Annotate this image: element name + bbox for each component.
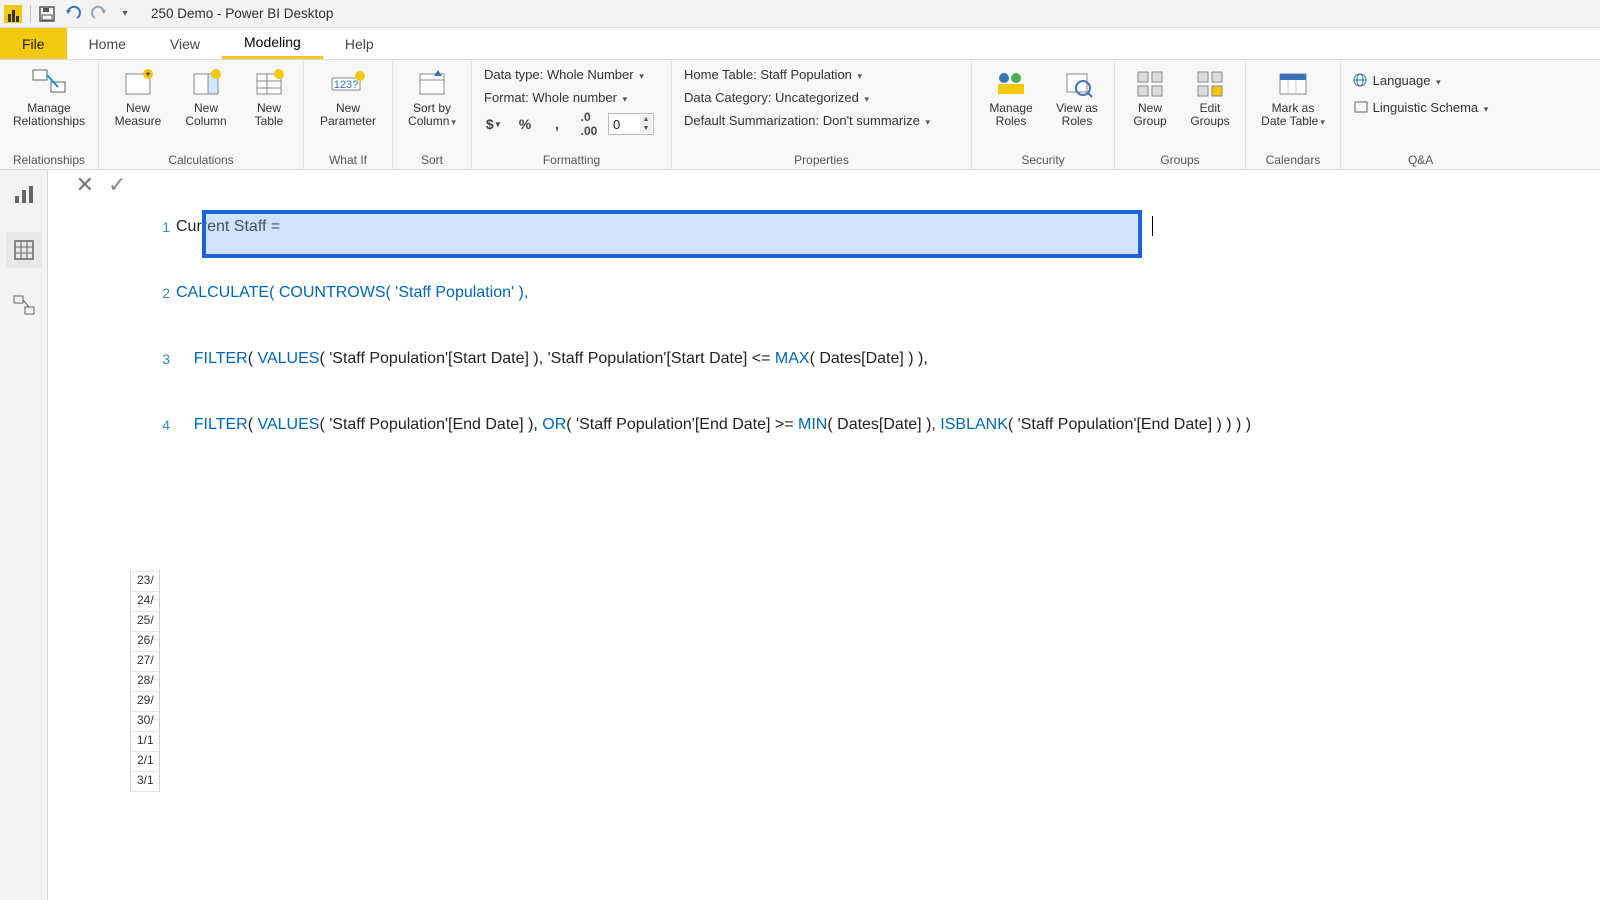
tab-view[interactable]: View bbox=[148, 28, 222, 59]
grid-row[interactable]: 27/ bbox=[131, 652, 160, 672]
new-column-button[interactable]: New Column bbox=[175, 64, 237, 130]
main-area: Date 1/06/ Da 12/13/14/15/16/17/18/19/20… bbox=[0, 170, 1600, 900]
model-view-button[interactable] bbox=[6, 288, 42, 324]
group-sort: Sort by Column▾ Sort bbox=[393, 60, 472, 169]
grid-row[interactable]: 30/ bbox=[131, 712, 160, 732]
formula-commit-button[interactable]: ✓ bbox=[108, 174, 126, 196]
group-calendars: Mark as Date Table▾ Calendars bbox=[1246, 60, 1341, 169]
data-view-button[interactable] bbox=[6, 232, 42, 268]
grid-row[interactable]: 28/ bbox=[131, 672, 160, 692]
language-selector[interactable]: Language ▾ bbox=[1349, 70, 1492, 91]
group-security: Manage Roles View as Roles Security bbox=[972, 60, 1115, 169]
edit-groups-button[interactable]: Edit Groups bbox=[1183, 64, 1237, 130]
currency-format-button[interactable]: $▾ bbox=[480, 112, 506, 136]
data-type-selector[interactable]: Data type: Whole Number ▾ bbox=[480, 64, 663, 85]
grid-row[interactable]: 29/ bbox=[131, 692, 160, 712]
new-table-button[interactable]: New Table bbox=[243, 64, 295, 130]
redo-button[interactable] bbox=[87, 2, 111, 26]
group-relationships: Manage Relationships Relationships bbox=[0, 60, 99, 169]
undo-button[interactable] bbox=[61, 2, 85, 26]
grid-row[interactable]: 25/ bbox=[131, 612, 160, 632]
grid-row[interactable]: 26/ bbox=[131, 632, 160, 652]
group-calculations: ✦ New Measure New Column New Table Calcu… bbox=[99, 60, 304, 169]
group-qa: Language ▾ Linguistic Schema ▾ Q&A bbox=[1341, 60, 1500, 169]
new-parameter-button[interactable]: 123? New Parameter bbox=[312, 64, 384, 130]
tab-help[interactable]: Help bbox=[323, 28, 396, 59]
decimal-places-input[interactable]: 0 ▲▼ bbox=[608, 113, 654, 135]
svg-text:123?: 123? bbox=[334, 79, 358, 91]
svg-text:✦: ✦ bbox=[144, 69, 152, 79]
grid-row[interactable]: 24/ bbox=[131, 592, 160, 612]
percent-format-button[interactable]: % bbox=[512, 112, 538, 136]
tab-file[interactable]: File bbox=[0, 28, 67, 59]
group-formatting: Data type: Whole Number ▾ Format: Whole … bbox=[472, 60, 672, 169]
manage-relationships-button[interactable]: Manage Relationships bbox=[8, 64, 90, 130]
grid-row[interactable]: 23/ bbox=[131, 572, 160, 592]
sort-by-column-button[interactable]: Sort by Column▾ bbox=[401, 64, 463, 130]
app-icon bbox=[4, 5, 22, 23]
format-selector[interactable]: Format: Whole number ▾ bbox=[480, 87, 663, 108]
formula-cancel-button[interactable]: ✕ bbox=[76, 174, 94, 196]
home-table-selector[interactable]: Home Table: Staff Population ▾ bbox=[680, 64, 963, 85]
group-properties: Home Table: Staff Population ▾ Data Cate… bbox=[672, 60, 972, 169]
formula-bar[interactable]: ✕ ✓ 1Current Staff = 2CALCULATE( COUNTRO… bbox=[48, 170, 1600, 570]
group-whatif: 123? New Parameter What If bbox=[304, 60, 393, 169]
tab-home[interactable]: Home bbox=[67, 28, 148, 59]
content-area: Date 1/06/ Da 12/13/14/15/16/17/18/19/20… bbox=[48, 170, 1600, 900]
ribbon-tabs: File Home View Modeling Help bbox=[0, 28, 1600, 60]
grid-row[interactable]: 2/1 bbox=[131, 752, 160, 772]
text-caret bbox=[1152, 216, 1153, 236]
group-groups: New Group Edit Groups Groups bbox=[1115, 60, 1246, 169]
tab-modeling[interactable]: Modeling bbox=[222, 28, 323, 59]
mark-as-date-table-button[interactable]: Mark as Date Table▾ bbox=[1254, 64, 1332, 130]
save-button[interactable] bbox=[35, 2, 59, 26]
title-bar: ▾ 250 Demo - Power BI Desktop bbox=[0, 0, 1600, 28]
linguistic-schema-selector[interactable]: Linguistic Schema ▾ bbox=[1349, 97, 1492, 118]
default-summarization-selector[interactable]: Default Summarization: Don't summarize ▾ bbox=[680, 110, 963, 131]
view-switcher bbox=[0, 170, 48, 900]
manage-roles-button[interactable]: Manage Roles bbox=[980, 64, 1042, 130]
quick-access-toolbar: ▾ bbox=[28, 2, 137, 26]
new-measure-button[interactable]: ✦ New Measure bbox=[107, 64, 169, 130]
customize-qat[interactable]: ▾ bbox=[113, 2, 137, 26]
decimal-places-icon: .0.00 bbox=[576, 112, 602, 136]
data-category-selector[interactable]: Data Category: Uncategorized ▾ bbox=[680, 87, 963, 108]
window-title: 250 Demo - Power BI Desktop bbox=[151, 6, 333, 21]
comma-format-button[interactable]: , bbox=[544, 112, 570, 136]
grid-row[interactable]: 3/1 bbox=[131, 772, 160, 792]
formula-editor[interactable]: 1Current Staff = 2CALCULATE( COUNTROWS( … bbox=[154, 170, 1600, 570]
view-as-roles-button[interactable]: View as Roles bbox=[1048, 64, 1106, 130]
ribbon: Manage Relationships Relationships ✦ New… bbox=[0, 60, 1600, 170]
report-view-button[interactable] bbox=[6, 176, 42, 212]
new-group-button[interactable]: New Group bbox=[1123, 64, 1177, 130]
grid-row[interactable]: 1/1 bbox=[131, 732, 160, 752]
